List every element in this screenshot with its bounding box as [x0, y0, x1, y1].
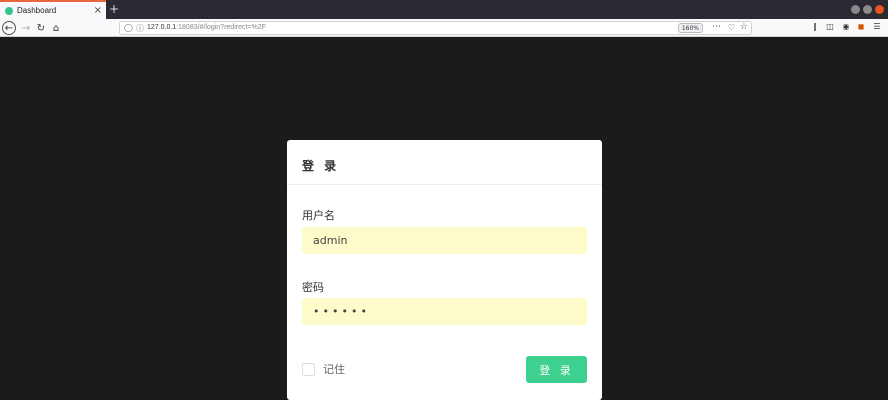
username-input[interactable] — [302, 227, 587, 254]
login-title: 登 录 — [302, 159, 340, 173]
card-header: 登 录 — [287, 140, 602, 185]
star-icon[interactable]: ☆ — [740, 22, 748, 32]
reload-icon[interactable]: ↻ — [34, 21, 48, 35]
browser-tab[interactable]: Dashboard × — [0, 0, 106, 19]
login-button[interactable]: 登 录 — [526, 356, 587, 383]
pocket-icon[interactable]: ♡ — [728, 23, 735, 32]
username-label: 用户名 — [302, 209, 335, 222]
url-text[interactable]: 127.0.0.1:18083/#/login?redirect=%2F — [147, 24, 266, 31]
account-icon[interactable]: ◉ — [840, 22, 852, 31]
menu-icon[interactable]: ☰ — [871, 22, 883, 31]
remember-label: 记住 — [323, 363, 345, 376]
shield-icon[interactable]: ◯ — [124, 23, 133, 32]
browser-nav-bar: ← → ↻ ⌂ ◯ ⓘ 127.0.0.1:18083/#/login?redi… — [0, 19, 888, 37]
home-icon[interactable]: ⌂ — [49, 21, 63, 35]
url-path: :18083/#/login?redirect=%2F — [176, 24, 266, 31]
more-icon[interactable]: ⋯ — [712, 22, 721, 32]
info-icon[interactable]: ⓘ — [136, 23, 144, 34]
password-label: 密码 — [302, 281, 324, 294]
tab-close-icon[interactable]: × — [94, 4, 102, 18]
forward-icon[interactable]: → — [19, 21, 33, 35]
minimize-icon[interactable] — [851, 5, 860, 14]
library-icon[interactable]: ‖ — [809, 22, 821, 31]
url-host: 127.0.0.1 — [147, 24, 177, 31]
extension-icon[interactable]: ◼ — [855, 22, 867, 31]
remember-row[interactable]: 记住 — [302, 361, 345, 377]
login-card: 登 录 用户名 密码 记住 登 录 — [287, 140, 602, 400]
sidebar-icon[interactable]: ◫ — [824, 22, 836, 31]
password-input[interactable] — [302, 298, 587, 325]
maximize-icon[interactable] — [863, 5, 872, 14]
url-bar[interactable]: ◯ ⓘ 127.0.0.1:18083/#/login?redirect=%2F… — [119, 21, 752, 35]
browser-tab-bar: Dashboard × + — [0, 0, 888, 19]
remember-checkbox[interactable] — [302, 362, 315, 376]
tab-title: Dashboard — [17, 6, 57, 15]
zoom-badge[interactable]: 160% — [677, 23, 703, 33]
favicon-icon — [5, 6, 13, 15]
back-icon[interactable]: ← — [2, 21, 16, 35]
window-controls — [851, 5, 884, 14]
close-window-icon[interactable] — [875, 5, 884, 14]
new-tab-button[interactable]: + — [109, 1, 119, 17]
